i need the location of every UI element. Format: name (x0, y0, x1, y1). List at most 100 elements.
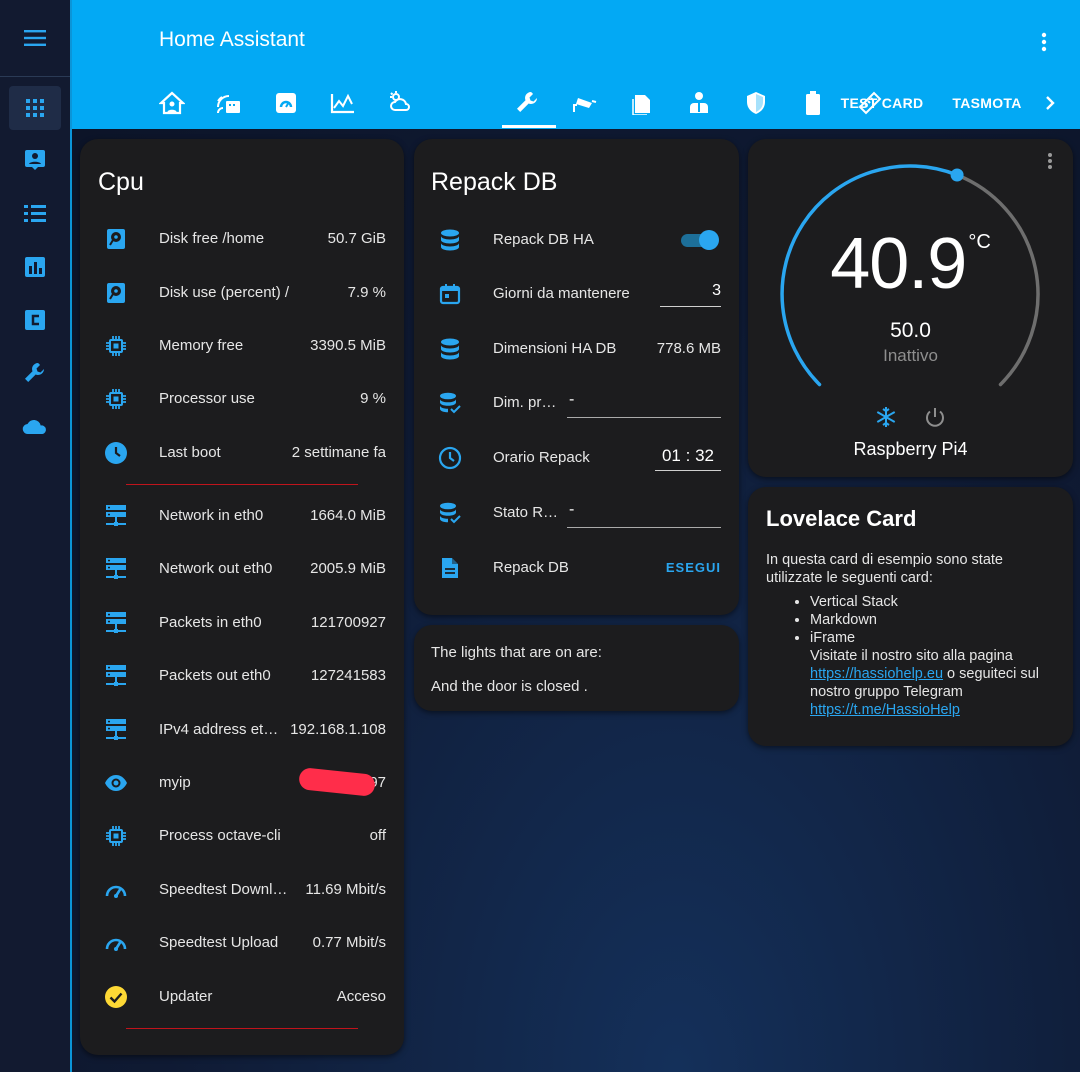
orario-minutes[interactable]: 32 (695, 446, 714, 465)
dim-pr-input[interactable]: - (567, 391, 721, 418)
clock-icon (104, 441, 128, 465)
server-network-icon (104, 718, 128, 742)
tab-tasmota[interactable]: TASMOTA (945, 80, 1029, 126)
giorni-row: Giorni da mantenere 3 (414, 274, 739, 314)
database-check-icon (438, 501, 462, 525)
tab-test-card[interactable]: TEST CARD (837, 80, 927, 126)
cpu-row-value: Acceso (336, 988, 386, 1005)
sidebar-item-history[interactable] (9, 245, 61, 289)
speedometer-icon (104, 878, 128, 902)
cpu-row-label: Processor use (159, 390, 255, 407)
cpu-row[interactable]: Last boot 2 settimane fa (80, 433, 404, 473)
cpu-row-label: Network out eth0 (159, 560, 273, 577)
hvac-state: Inattivo (883, 346, 938, 365)
sidebar-item-c[interactable] (9, 298, 61, 342)
stato-label: Stato R… (493, 504, 559, 521)
tab-security[interactable] (736, 80, 776, 126)
tabs-scroll-right-button[interactable] (1030, 80, 1070, 126)
mode-off-button[interactable] (923, 405, 947, 429)
cpu-card: Cpu Disk free /home 50.7 GiB Disk use (per… (80, 139, 404, 1055)
sidebar-item-config[interactable] (9, 351, 61, 395)
chip-icon (104, 824, 128, 848)
sidebar-item-logbook[interactable] (9, 192, 61, 236)
cpu-row[interactable]: Disk free /home 50.7 GiB (80, 219, 404, 259)
cpu-row[interactable]: Packets out eth0 127241583 (80, 656, 404, 696)
battery-icon (806, 91, 820, 115)
active-tab-indicator (502, 125, 556, 128)
cpu-row[interactable]: Process octave-cli off (80, 816, 404, 856)
telegram-link[interactable]: https://t.me/HassioHelp (810, 702, 960, 718)
orario-time-input[interactable]: 01 : 32 (655, 446, 721, 471)
tab-weather[interactable] (380, 80, 420, 126)
tab-cctv[interactable] (565, 80, 605, 126)
cpu-row-value: 1664.0 MiB (310, 507, 386, 524)
tab-home[interactable] (152, 80, 192, 126)
cpu-row[interactable]: IPv4 address et… 192.168.1.108 (80, 710, 404, 750)
markdown-line-1: The lights that are on are: (431, 644, 602, 661)
cpu-row[interactable]: Memory free 3390.5 MiB (80, 326, 404, 366)
grid-icon (26, 99, 44, 117)
cpu-row[interactable]: Network out eth0 2005.9 MiB (80, 549, 404, 589)
shield-icon (747, 92, 765, 114)
wrench-icon (517, 92, 537, 112)
list-item: iFrame Visitate il nostro sito alla pagin… (810, 629, 1060, 719)
stato-input[interactable]: - (567, 501, 721, 528)
eye-icon (104, 771, 128, 795)
more-options-button[interactable] (1034, 30, 1054, 54)
mode-cool-button[interactable] (874, 405, 898, 429)
tab-energy[interactable] (622, 80, 662, 126)
server-network-icon (104, 611, 128, 635)
router-icon (217, 95, 240, 114)
dimensioni-row: Dimensioni HA DB 778.6 MB (414, 329, 739, 369)
cpu-row-label: Speedtest Upload (159, 934, 279, 951)
bar-chart-icon (25, 257, 45, 277)
sidebar-item-cloud[interactable] (9, 404, 61, 448)
tab-charts[interactable] (323, 80, 363, 126)
giorni-input[interactable]: 3 (660, 282, 721, 307)
speedometer-icon (104, 931, 128, 955)
cpu-row[interactable]: Updater Acceso (80, 977, 404, 1017)
cpu-row-label: Process octave-cli (159, 827, 281, 844)
tab-dashboard[interactable] (266, 80, 306, 126)
cpu-row[interactable]: Packets in eth0 121700927 (80, 603, 404, 643)
tab-battery[interactable] (793, 80, 833, 126)
cpu-row[interactable]: Speedtest Downl… 11.69 Mbit/s (80, 870, 404, 910)
cpu-row-label: Memory free (159, 337, 244, 354)
sidebar-item-people[interactable] (9, 138, 61, 182)
section-divider (126, 484, 358, 485)
lovelace-card: Lovelace Card In questa card di esempio … (748, 487, 1073, 746)
sidebar-item-overview[interactable] (9, 86, 61, 130)
database-icon (438, 228, 462, 252)
orario-hours[interactable]: 01 (662, 446, 681, 465)
dashboard-icon (276, 93, 296, 113)
repack-db-script-row: Repack DB ESEGUI (414, 548, 739, 588)
menu-toggle-button[interactable] (0, 0, 70, 77)
dial-handle[interactable] (950, 168, 964, 182)
cpu-row[interactable]: Processor use 9 % (80, 379, 404, 419)
list-icon (24, 205, 46, 222)
cpu-row[interactable]: Speedtest Upload 0.77 Mbit/s (80, 923, 404, 963)
hassiohelp-link[interactable]: https://hassiohelp.eu (810, 666, 943, 682)
tab-network[interactable] (209, 80, 249, 126)
cpu-row[interactable]: myip 97 (80, 763, 404, 803)
cpu-row-label: Disk free /home (159, 230, 265, 247)
repack-db-card: Repack DB Repack DB HA Giorni da mantene… (414, 139, 739, 615)
tab-person[interactable] (679, 80, 719, 126)
tab-tools[interactable] (508, 80, 548, 126)
current-temperature-wrap: 40.9 °C (748, 223, 1073, 305)
cpu-row[interactable]: Disk use (percent) / 7.9 % (80, 273, 404, 313)
orario-separator: : (685, 446, 691, 465)
cpu-row-value: 3390.5 MiB (310, 337, 386, 354)
snowflake-icon (876, 407, 896, 427)
lightning-box-icon (632, 95, 650, 115)
clock-outline-icon (438, 446, 462, 470)
page-title: Home Assistant (159, 28, 305, 51)
lovelace-bullet-list: Vertical Stack Markdown iFrame Visitate i… (792, 593, 1060, 719)
stato-value: - (569, 501, 575, 518)
markdown-line-2: And the door is closed . (431, 678, 588, 695)
cpu-row[interactable]: Network in eth0 1664.0 MiB (80, 496, 404, 536)
database-icon (438, 337, 462, 361)
cpu-row-value: 127241583 (310, 667, 386, 684)
repack-ha-toggle[interactable] (679, 230, 721, 250)
esegui-button[interactable]: ESEGUI (666, 560, 721, 575)
